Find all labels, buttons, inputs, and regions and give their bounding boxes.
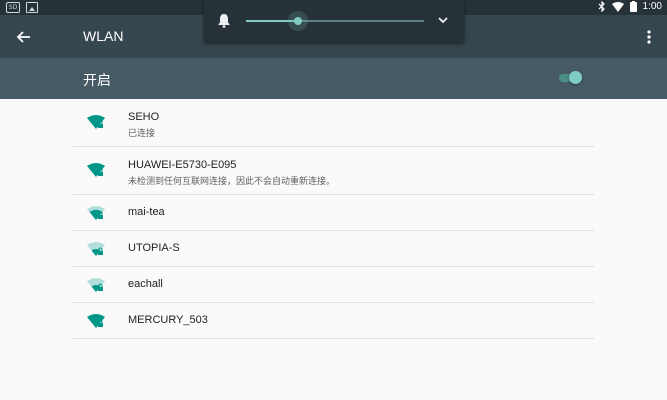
network-ssid: SEHO: [128, 111, 160, 123]
network-list: SEHO 已连接 HUAWEI-E5730-E095 未检测到任何互联网连接，因…: [73, 99, 594, 339]
wifi-locked-icon: [87, 314, 105, 328]
back-arrow-icon[interactable]: [14, 27, 34, 47]
wifi-locked-icon: [87, 206, 105, 220]
image-notification-icon: [26, 2, 38, 13]
volume-slider-thumb[interactable]: [287, 11, 308, 31]
bell-icon[interactable]: [217, 13, 231, 28]
sd-card-icon: SD: [6, 2, 20, 13]
network-status: 未检测到任何互联网连接，因此不会自动重新连接。: [128, 176, 336, 186]
volume-panel: [204, 0, 464, 42]
status-left: SD: [6, 2, 38, 13]
bluetooth-icon: [598, 1, 605, 12]
network-item[interactable]: HUAWEI-E5730-E095 未检测到任何互联网连接，因此不会自动重新连接…: [73, 147, 594, 195]
volume-thumb-dot: [293, 17, 302, 25]
chevron-down-icon[interactable]: [436, 13, 450, 27]
wifi-locked-icon: [87, 278, 105, 292]
wifi-locked-icon: [87, 163, 105, 177]
network-ssid: HUAWEI-E5730-E095: [128, 159, 237, 171]
wifi-locked-icon: [87, 242, 105, 256]
toggle-thumb: [569, 71, 582, 84]
network-item[interactable]: MERCURY_503: [73, 303, 594, 339]
wlan-switch-label: 开启: [83, 72, 111, 88]
page-title: WLAN: [83, 28, 124, 44]
wlan-master-switch-bar[interactable]: 开启: [0, 58, 667, 99]
clock: 1:00: [642, 1, 662, 12]
more-options-icon[interactable]: [645, 27, 653, 47]
wifi-locked-icon: [87, 115, 105, 129]
network-ssid: MERCURY_503: [128, 314, 208, 326]
battery-icon: [629, 1, 637, 12]
network-item[interactable]: UTOPIA-S: [73, 231, 594, 267]
network-ssid: mai-tea: [128, 206, 165, 218]
network-status: 已连接: [128, 128, 156, 138]
network-item[interactable]: mai-tea: [73, 195, 594, 231]
network-ssid: eachall: [128, 278, 163, 290]
wlan-toggle[interactable]: [559, 70, 583, 86]
network-ssid: UTOPIA-S: [128, 242, 180, 254]
network-item[interactable]: eachall: [73, 267, 594, 303]
wifi-status-icon: [611, 1, 624, 12]
volume-slider[interactable]: [246, 11, 424, 31]
network-item[interactable]: SEHO 已连接: [73, 99, 594, 147]
status-right: 1:00: [598, 1, 662, 12]
